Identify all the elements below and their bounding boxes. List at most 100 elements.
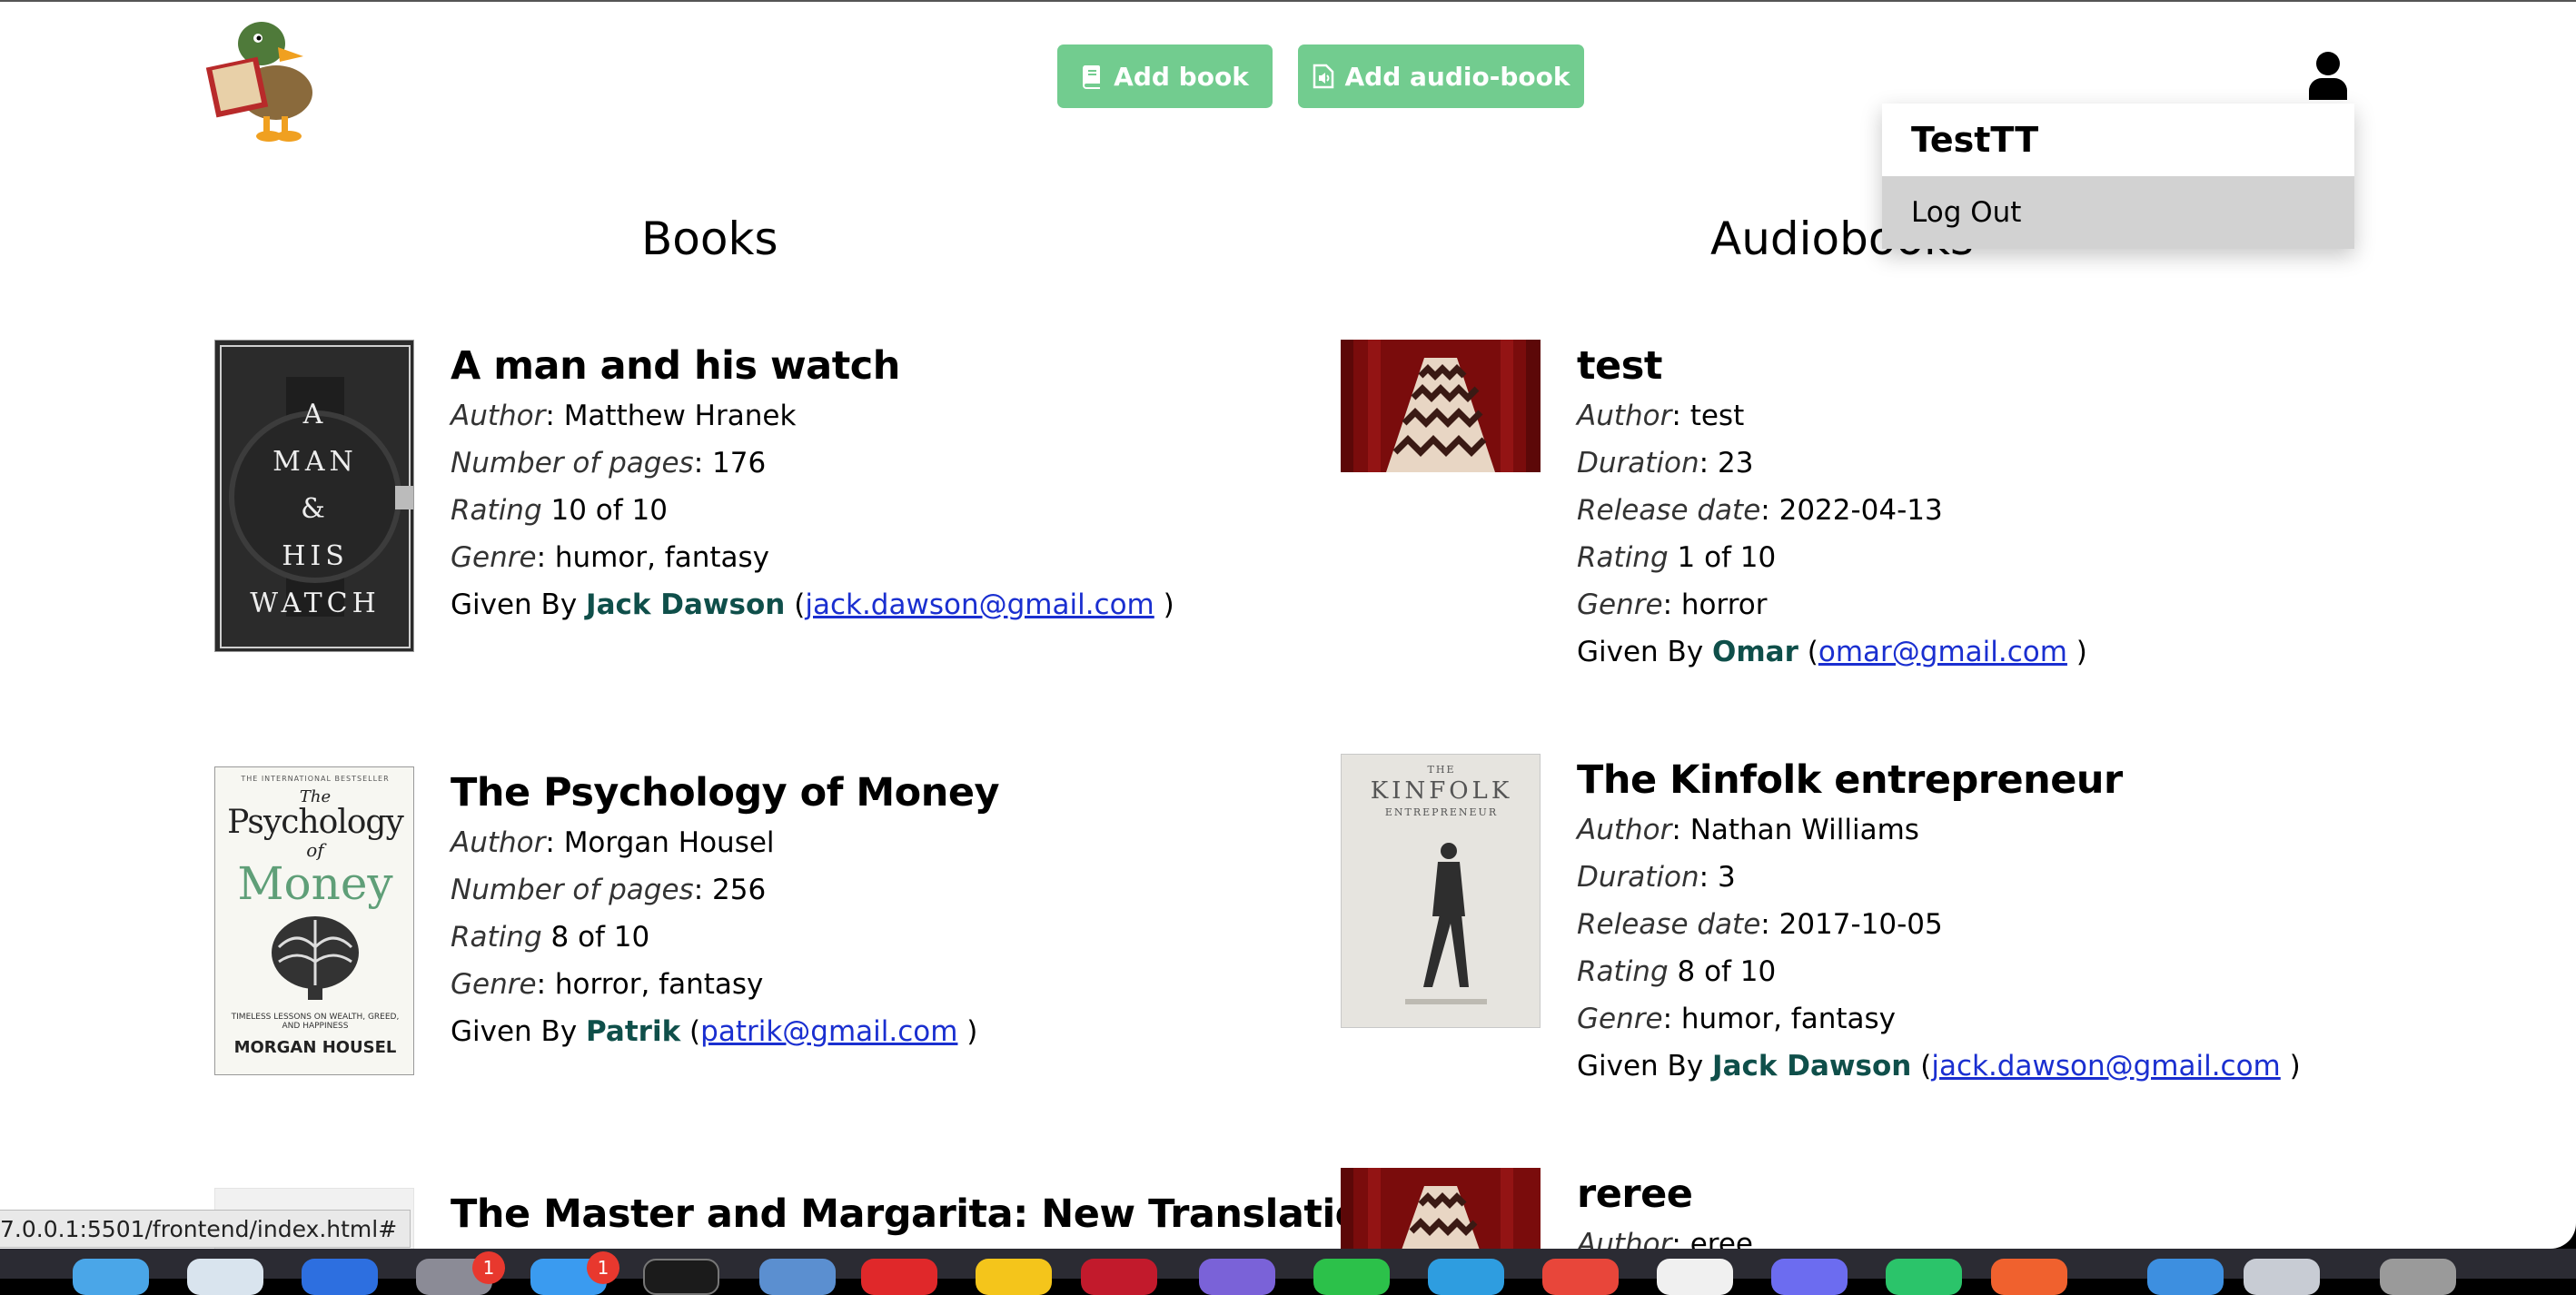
- audiobook-release-row: Release date: 2022-04-13: [1577, 494, 1943, 527]
- brain-illustration: [272, 916, 359, 1000]
- cover-text: MAN: [272, 446, 358, 478]
- author-label: Author: [451, 826, 546, 859]
- author-label: Author: [451, 400, 546, 432]
- author-label: Author: [1577, 1228, 1672, 1249]
- app-icon[interactable]: [1428, 1259, 1504, 1295]
- app-icon[interactable]: [759, 1259, 836, 1295]
- app-icon[interactable]: [1771, 1259, 1848, 1295]
- app-icon[interactable]: [1313, 1259, 1390, 1295]
- app-icon[interactable]: [1199, 1259, 1275, 1295]
- given-by-label: Given By: [451, 588, 578, 621]
- walking-man-illustration: [1405, 843, 1487, 1004]
- book-pages-row: Number of pages: 256: [451, 874, 767, 906]
- app-icon[interactable]: [187, 1259, 263, 1295]
- audiobook-info: The Kinfolk entrepreneur Author: Nathan …: [1577, 754, 2301, 1090]
- audiobook-duration-row: Duration: 3: [1577, 861, 1736, 894]
- app-icon[interactable]: [2244, 1259, 2320, 1295]
- giver-name: Omar: [1712, 636, 1798, 668]
- app-icon[interactable]: [302, 1259, 378, 1295]
- book-author: Morgan Housel: [563, 826, 775, 859]
- book-title: A man and his watch: [451, 343, 900, 389]
- cover-text: Money: [237, 857, 393, 910]
- book-cover-image[interactable]: THE INTERNATIONAL BESTSELLER The Psychol…: [214, 766, 414, 1075]
- given-by-label: Given By: [451, 1015, 578, 1048]
- dropdown-username: TestTT: [1911, 120, 2039, 160]
- app-icon[interactable]: [1991, 1259, 2067, 1295]
- book-rating: 8 of 10: [550, 921, 650, 954]
- book-given-by-row: Given By Jack Dawson (jack.dawson@gmail.…: [451, 588, 1174, 621]
- app-icon[interactable]: [976, 1259, 1052, 1295]
- books-heading: Books: [641, 213, 778, 265]
- book-title: The Psychology of Money: [451, 770, 1000, 816]
- folder-icon[interactable]: [2147, 1259, 2224, 1295]
- audiobook-genre-row: Genre: humor, fantasy: [1577, 1003, 1896, 1035]
- book-cover-image[interactable]: A MAN & HIS WATCH: [214, 340, 414, 652]
- book-genre: horror, fantasy: [554, 968, 764, 1001]
- cover-text: THE: [1427, 764, 1456, 776]
- rating-label: Rating: [1577, 955, 1669, 988]
- audiobook-title: test: [1577, 343, 1662, 389]
- audiobook-author-row: Author: Nathan Williams: [1577, 814, 1919, 846]
- audiobook-duration-row: Duration: 23: [1577, 447, 1754, 479]
- book-rating-row: Rating 8 of 10: [451, 914, 999, 961]
- author-label: Author: [1577, 400, 1672, 432]
- audiobook-cover-image[interactable]: THE KINFOLK ENTREPRENEUR: [1341, 754, 1541, 1028]
- book-genre-row: Genre: horror, fantasy: [451, 968, 764, 1001]
- add-audiobook-label: Add audio-book: [1344, 61, 1570, 92]
- page: Add book Add audio-book TestTT Log Out B…: [0, 0, 2576, 1249]
- genre-label: Genre: [451, 968, 537, 1001]
- audiobook-rating: 1 of 10: [1677, 541, 1777, 574]
- user-icon[interactable]: [2307, 51, 2349, 100]
- app-icon[interactable]: [1657, 1259, 1733, 1295]
- given-by-label: Given By: [1577, 636, 1704, 668]
- audiobook-release-date: 2017-10-05: [1778, 908, 1943, 941]
- duck-logo-icon[interactable]: [205, 9, 323, 145]
- app-icon[interactable]: [1081, 1259, 1157, 1295]
- audiobook-genre-row: Genre: horror: [1577, 588, 1768, 621]
- book-info: The Master and Margarita: New Translatio…: [451, 1188, 1389, 1241]
- audiobook-rating-row: Rating 1 of 10: [1577, 534, 2087, 581]
- app-icon[interactable]: [1542, 1259, 1619, 1295]
- book-author-row: Author: Matthew Hranek: [451, 400, 797, 432]
- book-rating: 10 of 10: [550, 494, 668, 527]
- book-icon: [1083, 65, 1101, 89]
- audiobook-info: test Author: test Duration: 23 Release d…: [1577, 340, 2087, 676]
- book-genre-row: Genre: humor, fantasy: [451, 541, 769, 574]
- giver-email-link[interactable]: omar@gmail.com: [1818, 636, 2067, 668]
- audiobook-author-row: Author: test: [1577, 400, 1745, 432]
- duration-label: Duration: [1577, 861, 1699, 894]
- book-pages: 256: [712, 874, 767, 906]
- cover-text: &: [301, 493, 330, 525]
- book-info: The Psychology of Money Author: Morgan H…: [451, 766, 1000, 1055]
- add-audiobook-button[interactable]: Add audio-book: [1298, 44, 1584, 108]
- user-dropdown-menu: TestTT Log Out: [1882, 104, 2354, 249]
- giver-email-link[interactable]: jack.dawson@gmail.com: [1931, 1050, 2280, 1082]
- rating-label: Rating: [451, 921, 542, 954]
- giver-email-link[interactable]: jack.dawson@gmail.com: [805, 588, 1154, 621]
- cover-text: HIS: [282, 540, 349, 572]
- trash-icon[interactable]: [2380, 1259, 2456, 1295]
- book-title: The Master and Margarita: New Translatio…: [451, 1191, 1389, 1237]
- cover-text: ENTREPRENEUR: [1384, 806, 1499, 818]
- audiobook-genre: humor, fantasy: [1680, 1003, 1896, 1035]
- pages-label: Number of pages: [451, 874, 694, 906]
- terminal-icon[interactable]: [643, 1259, 719, 1295]
- cover-text: TIMELESS LESSONS ON WEALTH, GREED, AND H…: [231, 1013, 400, 1031]
- status-bar-url: 7.0.0.1:5501/frontend/index.html#: [0, 1210, 411, 1248]
- book-author-row: Author: Morgan Housel: [451, 826, 775, 859]
- finder-icon[interactable]: [73, 1259, 149, 1295]
- logout-menu-item[interactable]: Log Out: [1882, 176, 2354, 249]
- author-label: Author: [1577, 814, 1672, 846]
- release-date-label: Release date: [1577, 908, 1761, 941]
- add-book-button[interactable]: Add book: [1057, 44, 1273, 108]
- giver-name: Jack Dawson: [586, 588, 786, 621]
- audiobook-given-by-row: Given By Jack Dawson (jack.dawson@gmail.…: [1577, 1050, 2301, 1082]
- audiobook-release-row: Release date: 2017-10-05: [1577, 908, 1943, 941]
- book-given-by-row: Given By Patrik (patrik@gmail.com ): [451, 1015, 978, 1048]
- app-icon[interactable]: [1886, 1259, 1962, 1295]
- giver-email-link[interactable]: patrik@gmail.com: [700, 1015, 957, 1048]
- audiobook-cover-image[interactable]: [1341, 340, 1541, 472]
- opera-icon[interactable]: [861, 1259, 937, 1295]
- audiobook-title: reree: [1577, 1171, 1693, 1217]
- audiobook-cover-image[interactable]: [1341, 1168, 1541, 1249]
